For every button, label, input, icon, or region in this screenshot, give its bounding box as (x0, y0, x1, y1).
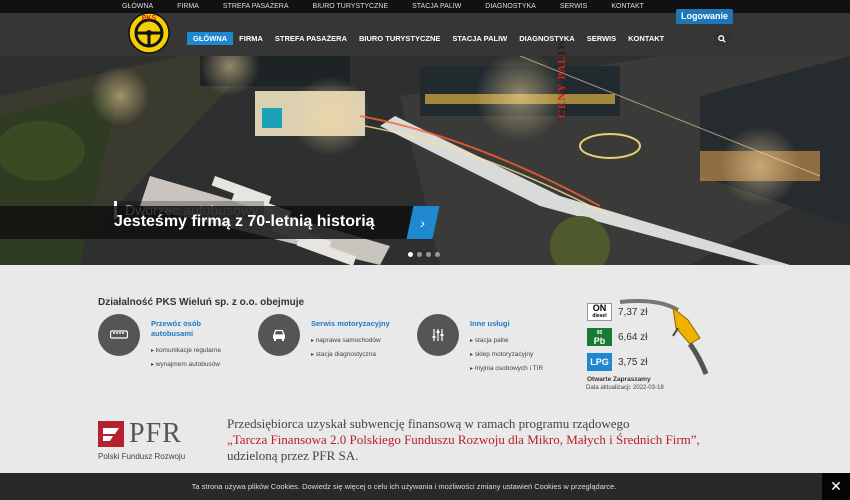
fuel-nozzle-icon (619, 299, 709, 375)
service-icon-circle[interactable] (417, 314, 459, 356)
nav-item-firma[interactable]: FIRMA (233, 32, 269, 45)
nav-item-serwis[interactable]: SERWIS (581, 32, 622, 45)
car-icon (273, 329, 285, 341)
slider-dot[interactable] (408, 252, 413, 257)
fuel-badge-lpg: LPG (587, 353, 612, 371)
nav-item-strefa-pasazera[interactable]: STREFA PASAŻERA (269, 32, 353, 45)
cookie-bar: Ta strona używa plików Cookies. Dowiedz … (0, 473, 850, 500)
list-item: wynajmem autobusów (151, 358, 221, 372)
cookie-close-button[interactable]: ✕ (822, 473, 850, 500)
fuel-badge-on: ON diesel (587, 303, 612, 321)
pks-logo[interactable]: PKS (128, 12, 170, 54)
bus-icon (110, 330, 128, 339)
list-item: sklep motoryzacyjny (470, 348, 543, 362)
pfr-logo[interactable]: PFR Polski Fundusz Rozwoju (98, 418, 208, 465)
topnav-item-kontakt[interactable]: KONTAKT (599, 0, 656, 13)
chevron-right-icon: › (418, 214, 428, 231)
cookie-text: Ta strona używa plików Cookies. Dowiedz … (191, 482, 617, 491)
list-item: myjnia osobowych i TIR (470, 362, 544, 376)
list-item: stacja diagnostyczna (311, 348, 381, 362)
pfr-logo-text: PFR (129, 418, 182, 449)
service-title[interactable]: Inne usługi (470, 319, 550, 329)
hero-caption-big: Jesteśmy firmą z 70-letnią historią (114, 213, 375, 230)
service-title[interactable]: Serwis motoryzacyjny (311, 319, 391, 329)
pfr-logo-mark (98, 421, 124, 447)
update-date: Data aktualizacji: 2022-03-18 (586, 385, 664, 391)
nav-item-diagnostyka[interactable]: DIAGNOSTYKA (513, 32, 580, 45)
nav-item-stacja-paliw[interactable]: STACJA PALIW (446, 32, 513, 45)
svg-text:PKS: PKS (142, 15, 157, 22)
service-list: naprawa samochodów stacja diagnostyczna (311, 334, 381, 362)
search-button[interactable] (714, 31, 730, 46)
list-item: stacja paliw (470, 334, 543, 348)
topnav-item-strefa[interactable]: STREFA PASAŻERA (211, 0, 301, 13)
topnav-item-serwis[interactable]: SERWIS (548, 0, 600, 13)
topnav-item-stacja[interactable]: STACJA PALIW (400, 0, 473, 13)
fuel-badge-pb: 95 Pb (587, 328, 612, 346)
slider-dot[interactable] (426, 252, 431, 257)
hero-caption-band: Jesteśmy firmą z 70-letnią historią (0, 206, 425, 239)
login-button[interactable]: Logowanie (676, 9, 733, 24)
topnav-item-firma[interactable]: FIRMA (165, 0, 211, 13)
pfr-subsidy-text: Przedsiębiorca uzyskał subwencję finanso… (227, 416, 767, 464)
search-icon (718, 34, 726, 43)
pfr-logo-subtitle: Polski Fundusz Rozwoju (98, 452, 186, 461)
list-item: naprawa samochodów (311, 334, 381, 348)
close-icon: ✕ (830, 478, 842, 494)
slider-dot[interactable] (417, 252, 422, 257)
list-item: komunikacje regularne (151, 344, 221, 358)
nav-item-biuro-turystyczne[interactable]: BIURO TURYSTYCZNE (353, 32, 446, 45)
service-list: stacja paliw sklep motoryzacyjny myjnia … (470, 334, 544, 376)
topnav-item-biuro[interactable]: BIURO TURYSTYCZNE (301, 0, 401, 13)
slider-dots (408, 252, 440, 257)
pfr-line-2: „Tarcza Finansowa 2.0 Polskiego Funduszu… (227, 432, 700, 447)
slider-dot[interactable] (435, 252, 440, 257)
service-title[interactable]: Przewóz osób autobusami (151, 319, 231, 339)
topnav-item-diagnostyka[interactable]: DIAGNOSTYKA (473, 0, 548, 13)
service-list: komunikacje regularne wynajmem autobusów (151, 344, 221, 372)
main-nav: GŁÓWNA FIRMA STREFA PASAŻERA BIURO TURYS… (187, 32, 670, 45)
nav-item-kontakt[interactable]: KONTAKT (622, 32, 670, 45)
top-nav: GŁÓWNA FIRMA STREFA PASAŻERA BIURO TURYS… (110, 0, 656, 13)
service-icon-circle[interactable] (98, 314, 140, 356)
sliders-icon (432, 329, 444, 341)
pfr-line-3: udzieloną przez PFR SA. (227, 448, 359, 463)
pfr-line-1: Przedsiębiorca uzyskał subwencję finanso… (227, 416, 630, 431)
nav-item-glowna[interactable]: GŁÓWNA (187, 32, 234, 45)
service-icon-circle[interactable] (258, 314, 300, 356)
section-title: Działalność PKS Wieluń sp. z o.o. obejmu… (98, 297, 305, 308)
